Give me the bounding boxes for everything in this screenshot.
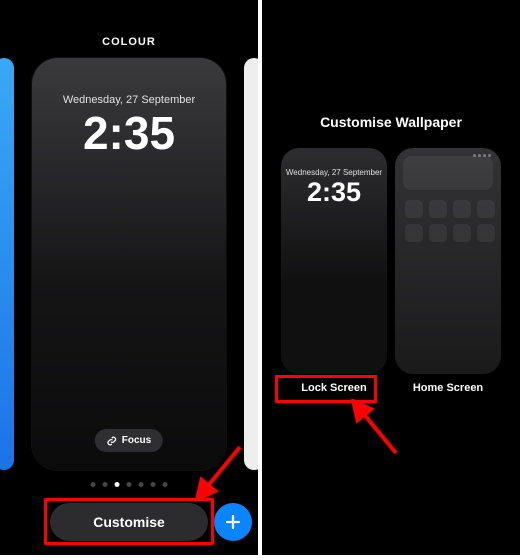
annotation-arrow-right	[346, 399, 406, 459]
thumb-date-label: Wednesday, 27 September	[281, 148, 387, 177]
wallpaper-name-label: COLOUR	[0, 0, 258, 48]
wallpaper-gallery-screen: COLOUR Wednesday, 27 September 2:35 Focu…	[0, 0, 258, 555]
wallpaper-thumbnails-row: Wednesday, 27 September 2:35 Lock Screen…	[262, 148, 520, 394]
plus-icon	[224, 513, 242, 531]
lock-screen-label[interactable]: Lock Screen	[301, 382, 366, 394]
wallpaper-card[interactable]: Wednesday, 27 September 2:35 Focus	[32, 58, 226, 470]
lock-clock-label: 2:35	[32, 106, 226, 156]
carousel-next-peek[interactable]	[244, 58, 258, 470]
customise-wallpaper-title: Customise Wallpaper	[262, 0, 520, 130]
lock-screen-thumbnail[interactable]: Wednesday, 27 September 2:35	[281, 148, 387, 374]
wallpaper-carousel[interactable]: Wednesday, 27 September 2:35 Focus	[0, 58, 258, 470]
add-wallpaper-button[interactable]	[214, 503, 252, 541]
page-indicator	[91, 482, 168, 487]
link-icon	[107, 436, 117, 446]
focus-pill-label: Focus	[122, 435, 151, 446]
home-screen-thumbnail[interactable]	[395, 148, 501, 374]
home-screen-status-dots	[473, 154, 491, 157]
home-screen-widget-placeholder	[403, 156, 493, 190]
focus-pill-button[interactable]: Focus	[95, 429, 163, 452]
thumb-clock-label: 2:35	[281, 177, 387, 206]
lock-date-label: Wednesday, 27 September	[32, 58, 226, 106]
customise-button[interactable]: Customise	[50, 503, 208, 541]
carousel-prev-peek[interactable]	[0, 58, 14, 470]
home-screen-label[interactable]: Home Screen	[413, 382, 483, 394]
customise-wallpaper-screen: Customise Wallpaper Wednesday, 27 Septem…	[262, 0, 520, 555]
home-screen-app-grid	[405, 200, 491, 242]
customise-button-label: Customise	[93, 514, 165, 530]
